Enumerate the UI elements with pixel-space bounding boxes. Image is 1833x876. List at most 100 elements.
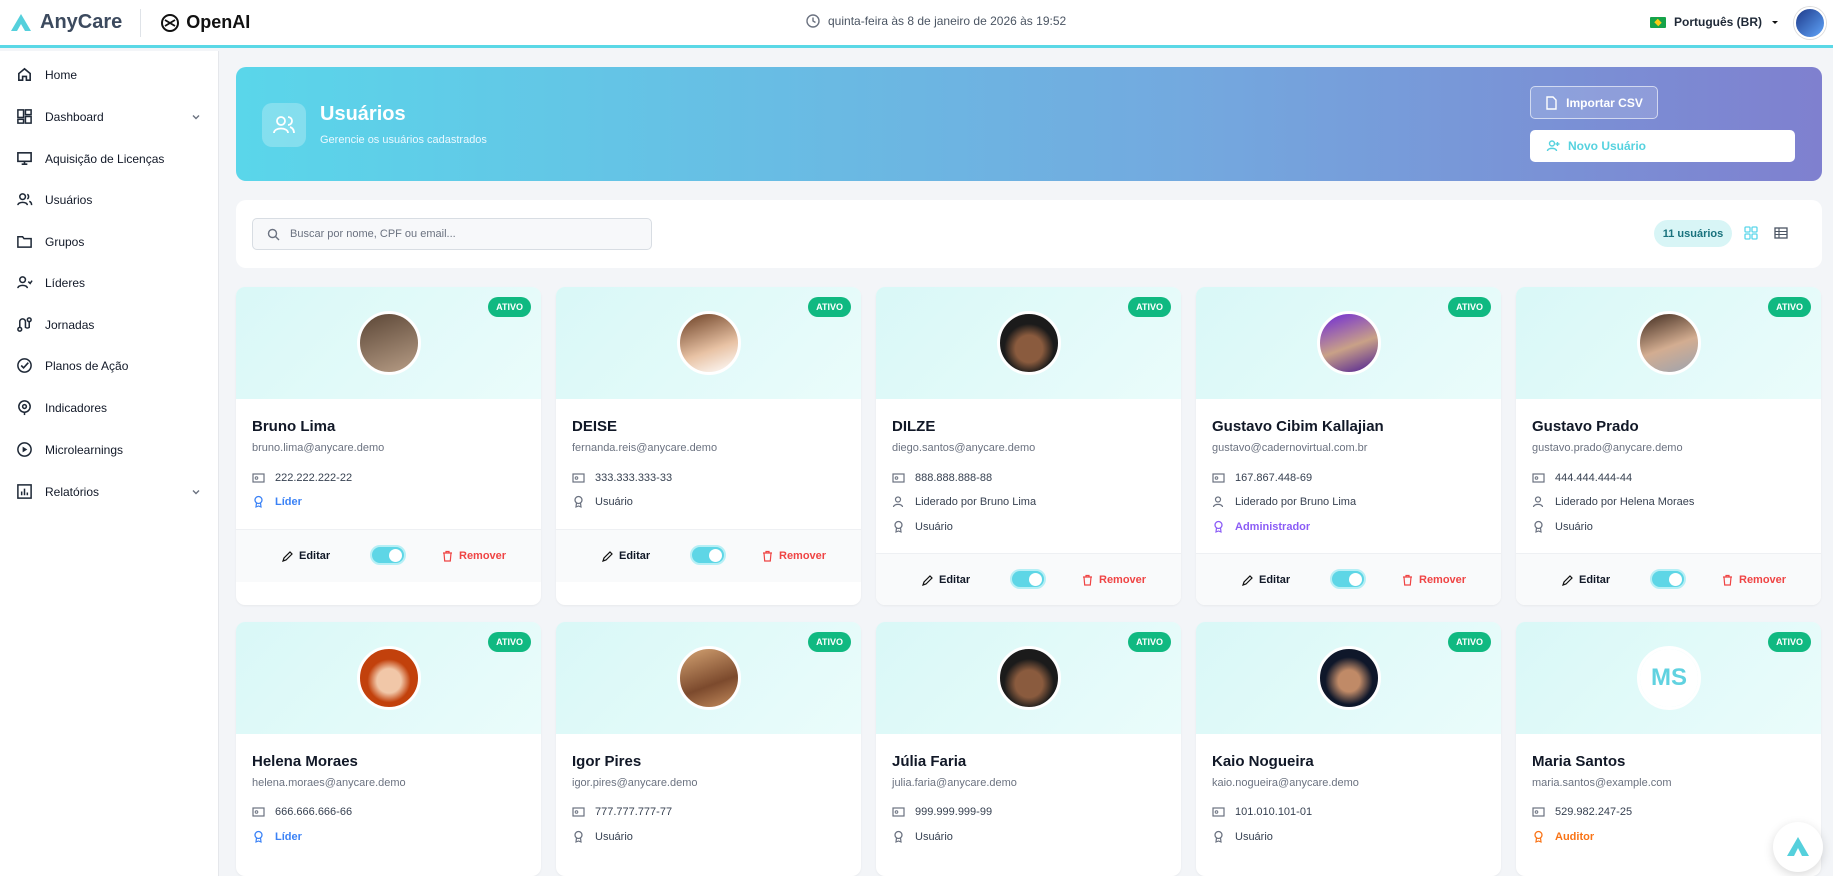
user-cpf: 888.888.888-88 xyxy=(892,471,992,484)
user-leader: Liderado por Bruno Lima xyxy=(892,495,1036,508)
user-cpf: 222.222.222-22 xyxy=(252,471,352,484)
sidebar-item-licencas[interactable]: Aquisição de Licenças xyxy=(16,150,202,167)
user-name: Kaio Nogueira xyxy=(1212,753,1314,770)
avatar xyxy=(1317,311,1381,375)
import-csv-button[interactable]: Importar CSV xyxy=(1530,86,1658,119)
new-user-button[interactable]: Novo Usuário xyxy=(1530,130,1795,162)
remove-button[interactable]: Remover xyxy=(442,550,506,562)
pencil-icon xyxy=(602,550,613,562)
user-card: ATIVO Gustavo Cibim Kallajian gustavo@ca… xyxy=(1196,287,1501,605)
badge-icon xyxy=(894,830,903,843)
sidebar-item-jornadas[interactable]: Jornadas xyxy=(16,316,202,333)
chevron-down-icon xyxy=(192,114,200,119)
search-input[interactable]: Buscar por nome, CPF ou email... xyxy=(252,218,652,250)
dashboard-icon xyxy=(17,109,32,124)
user-email: bruno.lima@anycare.demo xyxy=(252,442,385,454)
edit-button[interactable]: Editar xyxy=(282,550,330,562)
avatar: MS xyxy=(1637,646,1701,710)
user-name: Júlia Faria xyxy=(892,753,967,770)
edit-button[interactable]: Editar xyxy=(922,574,970,586)
user-cpf: 999.999.999-99 xyxy=(892,805,992,818)
badge-icon xyxy=(1534,520,1543,533)
status-badge: ATIVO xyxy=(1768,632,1811,652)
sidebar-item-usuarios[interactable]: Usuários xyxy=(16,191,202,208)
remove-button[interactable]: Remover xyxy=(762,550,826,562)
remove-button[interactable]: Remover xyxy=(1402,574,1466,586)
sidebar-item-microlearnings[interactable]: Microlearnings xyxy=(16,441,202,458)
edit-button[interactable]: Editar xyxy=(602,550,650,562)
avatar-initials: MS xyxy=(1640,649,1698,707)
grid-view-button[interactable] xyxy=(1738,220,1764,246)
page-header: Usuários Gerencie os usuários cadastrado… xyxy=(236,67,1822,181)
user-role: Líder xyxy=(252,830,302,843)
sidebar-item-grupos[interactable]: Grupos xyxy=(16,233,202,250)
id-card-icon xyxy=(1212,473,1225,483)
page-subtitle: Gerencie os usuários cadastrados xyxy=(320,134,487,146)
datetime-text: quinta-feira às 8 de janeiro de 2026 às … xyxy=(828,14,1067,28)
pencil-icon xyxy=(922,574,933,586)
user-cpf: 101.010.101-01 xyxy=(1212,805,1312,818)
sidebar-item-indicadores[interactable]: Indicadores xyxy=(16,399,202,416)
anycare-logo[interactable]: AnyCare xyxy=(10,11,122,34)
card-cover: ATIVO MS xyxy=(1516,622,1821,734)
user-role: Líder xyxy=(252,495,302,508)
sidebar-item-label: Planos de Ação xyxy=(45,358,129,373)
language-selector[interactable]: Português (BR) xyxy=(1650,15,1780,29)
trash-icon xyxy=(1403,574,1412,586)
avatar xyxy=(357,646,421,710)
card-actions: Editar Remover xyxy=(1196,553,1501,605)
avatar xyxy=(997,646,1061,710)
user-role: Usuário xyxy=(892,830,953,843)
active-toggle[interactable] xyxy=(1330,569,1366,589)
avatar xyxy=(1637,311,1701,375)
id-card-icon xyxy=(1212,807,1225,817)
user-card: ATIVO Júlia Faria julia.faria@anycare.de… xyxy=(876,622,1181,876)
user-leader: Liderado por Helena Moraes xyxy=(1532,495,1694,508)
pencil-icon xyxy=(282,550,293,562)
users-icon xyxy=(262,103,306,147)
card-cover: ATIVO xyxy=(556,622,861,734)
anycare-logo-icon xyxy=(1787,837,1809,856)
id-card-icon xyxy=(1532,473,1545,483)
active-toggle[interactable] xyxy=(690,545,726,565)
help-chat-button[interactable] xyxy=(1773,822,1823,872)
sidebar-item-planos[interactable]: Planos de Ação xyxy=(16,357,202,374)
user-cpf: 444.444.444-44 xyxy=(1532,471,1632,484)
user-email: julia.faria@anycare.demo xyxy=(892,777,1017,789)
badge-icon xyxy=(254,495,263,508)
card-actions: Editar Remover xyxy=(876,553,1181,605)
card-cover: ATIVO xyxy=(236,287,541,399)
profile-avatar[interactable] xyxy=(1794,7,1826,39)
sidebar-item-dashboard[interactable]: Dashboard xyxy=(16,108,202,125)
id-card-icon xyxy=(252,807,265,817)
active-toggle[interactable] xyxy=(1010,569,1046,589)
sidebar-item-relatorios[interactable]: Relatórios xyxy=(16,483,202,500)
active-toggle[interactable] xyxy=(1650,569,1686,589)
status-badge: ATIVO xyxy=(1128,632,1171,652)
current-datetime: quinta-feira às 8 de janeiro de 2026 às … xyxy=(806,14,1066,28)
filter-bar: Buscar por nome, CPF ou email... 11 usuá… xyxy=(236,200,1822,268)
id-card-icon xyxy=(252,473,265,483)
user-role: Auditor xyxy=(1532,830,1594,843)
file-icon xyxy=(1546,95,1557,110)
status-badge: ATIVO xyxy=(808,632,851,652)
grid-icon xyxy=(1744,226,1758,240)
card-cover: ATIVO xyxy=(876,622,1181,734)
edit-button[interactable]: Editar xyxy=(1562,574,1610,586)
badge-icon xyxy=(894,520,903,533)
user-icon xyxy=(1212,496,1224,508)
user-name: Gustavo Cibim Kallajian xyxy=(1212,418,1384,435)
remove-button[interactable]: Remover xyxy=(1722,574,1786,586)
sidebar-item-home[interactable]: Home xyxy=(16,66,202,83)
status-badge: ATIVO xyxy=(1128,297,1171,317)
search-icon xyxy=(267,228,280,240)
active-toggle[interactable] xyxy=(370,545,406,565)
leader-icon xyxy=(17,276,33,289)
sidebar-item-lideres[interactable]: Líderes xyxy=(16,274,202,291)
list-view-button[interactable] xyxy=(1768,220,1794,246)
edit-button[interactable]: Editar xyxy=(1242,574,1290,586)
remove-button[interactable]: Remover xyxy=(1082,574,1146,586)
add-user-icon xyxy=(1546,140,1560,152)
badge-icon xyxy=(574,495,583,508)
language-label: Português (BR) xyxy=(1674,15,1762,29)
